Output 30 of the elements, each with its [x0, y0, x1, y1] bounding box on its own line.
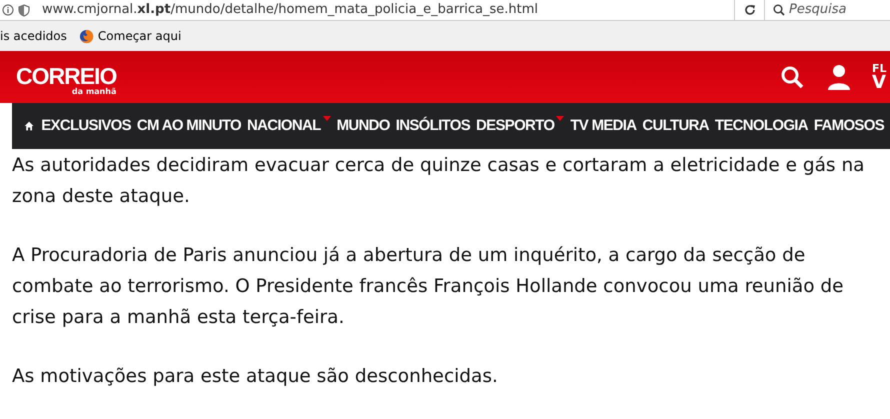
nav-link[interactable]: INSÓLITOS	[396, 114, 470, 138]
nav-link[interactable]: CULTURA	[642, 114, 709, 138]
search-icon[interactable]	[780, 65, 804, 89]
home-icon[interactable]	[24, 119, 34, 133]
site-logo[interactable]: CORREIO da manhã	[16, 64, 116, 96]
reload-icon[interactable]	[744, 4, 756, 16]
shield-icon	[18, 4, 30, 16]
caret-icon	[556, 116, 564, 121]
search-field[interactable]: Pesquisa	[789, 0, 846, 20]
nav-link[interactable]: TECNOLOGIA	[714, 114, 808, 138]
header-text: FL	[872, 62, 888, 74]
nav-link[interactable]: TV MEDIA	[570, 114, 636, 138]
nav-link[interactable]: DESPORTO	[476, 114, 564, 138]
user-icon[interactable]	[826, 64, 852, 90]
bookmark-link[interactable]: Começar aqui	[98, 27, 182, 45]
nav-link[interactable]: CM AO MINUTO	[136, 114, 241, 138]
url-field[interactable]: www.cmjornal.xl.pt/mundo/detalhe/homem_mata_policia_e_barrica_se.html	[42, 0, 538, 20]
nav-link[interactable]: MUNDO	[336, 114, 390, 138]
caret-icon	[322, 116, 331, 121]
search-icon	[773, 4, 785, 16]
article-paragraph: As motivações para este ataque são desconhecidas.	[12, 365, 499, 389]
nav-link[interactable]: FAMOSOS	[814, 114, 884, 138]
header-text: V	[872, 74, 886, 92]
article-paragraph: As autoridades decidiram evacuar cerca de quinze casas e cortaram a eletricidade e gás na zona deste ataque.	[12, 154, 866, 209]
nav-link[interactable]: EXCLUSIVOS	[41, 114, 131, 138]
info-icon	[2, 4, 14, 16]
nav-link[interactable]: NACIONAL	[247, 114, 331, 138]
article-paragraph: A Procuradoria de Paris anunciou já a abertura de um inquérito, a cargo da secção de combate ao terrorismo. O Presidente francês François Hollande convocou uma reunião de crise para a manhã esta terça-feira.	[12, 244, 845, 330]
browser-logo-icon	[78, 28, 94, 44]
bookmark-link[interactable]: is acedidos	[0, 27, 67, 45]
